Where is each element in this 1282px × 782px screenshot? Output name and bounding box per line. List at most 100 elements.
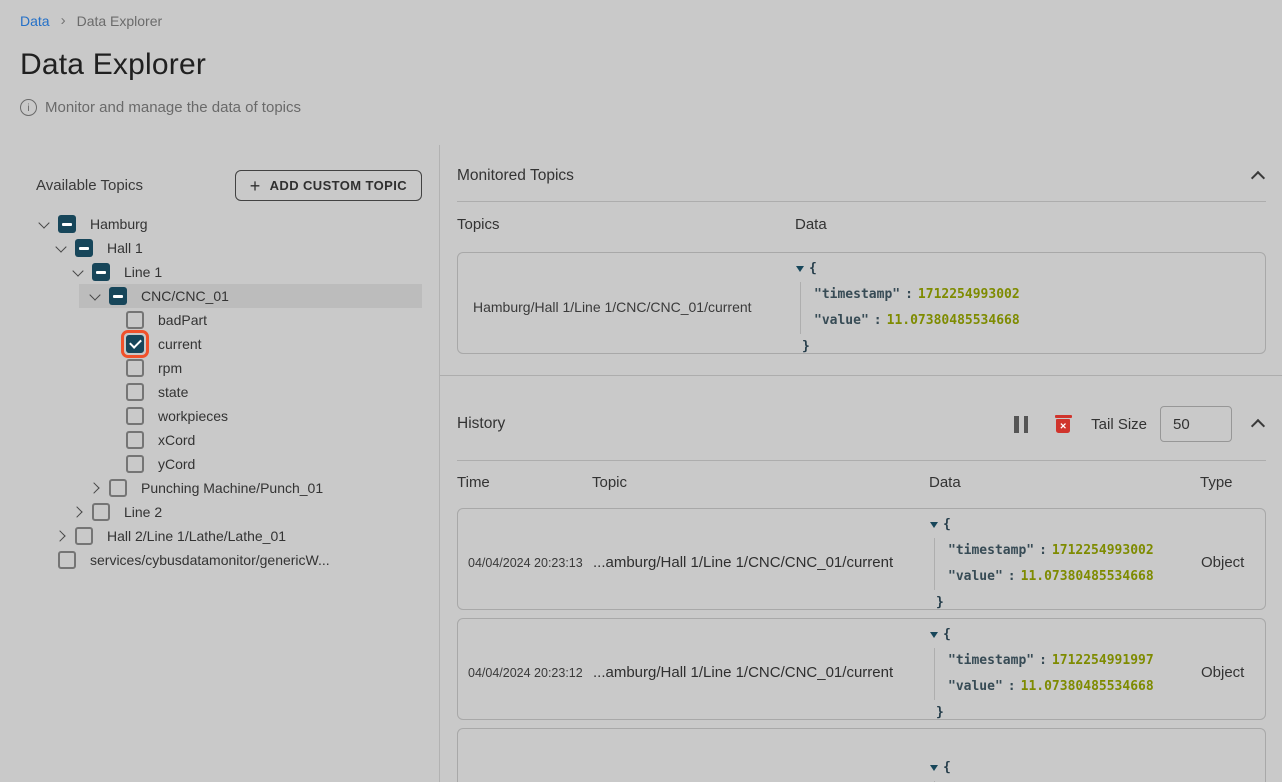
chevron-right-icon[interactable] bbox=[70, 504, 86, 520]
checkbox-unchecked[interactable] bbox=[126, 431, 144, 449]
tree-item-label: current bbox=[158, 336, 202, 352]
highlight-ring bbox=[126, 335, 144, 353]
available-topics-title: Available Topics bbox=[36, 177, 143, 194]
checkbox-unchecked[interactable] bbox=[126, 455, 144, 473]
tree-item-hamburg[interactable]: Hamburg bbox=[28, 212, 422, 236]
add-custom-topic-button[interactable]: + ADD CUSTOM TOPIC bbox=[235, 170, 422, 201]
chevron-down-icon[interactable] bbox=[70, 264, 86, 280]
json-colon: : bbox=[1039, 653, 1047, 668]
add-custom-topic-label: ADD CUSTOM TOPIC bbox=[270, 178, 407, 193]
column-header-data: Data bbox=[795, 216, 1266, 233]
json-colon: : bbox=[874, 313, 882, 328]
checkbox-unchecked[interactable] bbox=[126, 383, 144, 401]
tree-item-label: services/cybusdatamonitor/genericW... bbox=[90, 552, 330, 568]
tree-item-line-2[interactable]: Line 2 bbox=[62, 500, 422, 524]
available-topics-header: Available Topics + ADD CUSTOM TOPIC bbox=[36, 170, 422, 201]
collapse-triangle-icon[interactable] bbox=[930, 632, 938, 638]
json-open-brace: { bbox=[943, 755, 951, 781]
checkbox-unchecked[interactable] bbox=[75, 527, 93, 545]
available-topics-panel: Available Topics + ADD CUSTOM TOPIC Hamb… bbox=[0, 145, 440, 782]
json-value-timestamp: 1712254991997 bbox=[1052, 653, 1154, 668]
json-value-value: 11.07380485534668 bbox=[887, 313, 1020, 328]
column-header-data: Data bbox=[929, 474, 1200, 491]
monitored-topic-row: Hamburg/Hall 1/Line 1/CNC/CNC_01/current… bbox=[457, 252, 1266, 354]
chevron-down-icon[interactable] bbox=[36, 216, 52, 232]
tree-item-xcord[interactable]: xCord bbox=[96, 428, 422, 452]
json-colon: : bbox=[1008, 569, 1016, 584]
monitored-topics-header: Monitored Topics bbox=[457, 145, 1266, 202]
history-column-headers: Time Topic Data Type bbox=[457, 461, 1266, 508]
json-viewer: { "timestamp":1712254991997 "value":11.0… bbox=[930, 619, 1201, 720]
json-key-timestamp: "timestamp" bbox=[948, 543, 1034, 558]
clear-history-button[interactable]: ✕ bbox=[1055, 415, 1071, 433]
table-row: { "timestamp":1712254990993 bbox=[457, 728, 1266, 782]
checkbox-indeterminate[interactable] bbox=[75, 239, 93, 257]
tree-item-ycord[interactable]: yCord bbox=[96, 452, 422, 476]
tree-item-workpieces[interactable]: workpieces bbox=[96, 404, 422, 428]
json-colon: : bbox=[905, 287, 913, 302]
history-type: Object bbox=[1201, 664, 1255, 681]
json-close-brace: } bbox=[936, 700, 1201, 720]
json-close-brace: } bbox=[936, 590, 1201, 610]
tail-size-label: Tail Size bbox=[1091, 416, 1147, 433]
plus-icon: + bbox=[250, 177, 261, 195]
history-section: History ✕ Tail Size Time Topic Data Type bbox=[440, 376, 1282, 782]
tree-item-label: Hall 1 bbox=[107, 240, 143, 256]
json-colon: : bbox=[1008, 679, 1016, 694]
checkbox-unchecked[interactable] bbox=[58, 551, 76, 569]
pause-button[interactable] bbox=[1012, 414, 1030, 435]
json-key-timestamp: "timestamp" bbox=[948, 653, 1034, 668]
checkbox-unchecked[interactable] bbox=[109, 479, 127, 497]
right-panel: Monitored Topics Topics Data Hamburg/Hal… bbox=[440, 145, 1282, 782]
tree-item-label: Hamburg bbox=[90, 216, 148, 232]
json-open-brace: { bbox=[943, 512, 951, 538]
page-subtitle: i Monitor and manage the data of topics bbox=[20, 99, 1262, 116]
chevron-right-icon[interactable] bbox=[87, 480, 103, 496]
json-value-timestamp: 1712254993002 bbox=[918, 287, 1020, 302]
checkbox-checked[interactable] bbox=[126, 335, 144, 353]
collapse-triangle-icon[interactable] bbox=[930, 522, 938, 528]
page-subtitle-text: Monitor and manage the data of topics bbox=[45, 99, 301, 116]
tree-item-cnc-cnc-01[interactable]: CNC/CNC_01 bbox=[79, 284, 422, 308]
tree-item-badpart[interactable]: badPart bbox=[96, 308, 422, 332]
json-value-value: 11.07380485534668 bbox=[1021, 569, 1154, 584]
tree-item-state[interactable]: state bbox=[96, 380, 422, 404]
checkbox-indeterminate[interactable] bbox=[58, 215, 76, 233]
tree-item-rpm[interactable]: rpm bbox=[96, 356, 422, 380]
tree-item-label: badPart bbox=[158, 312, 207, 328]
tree-item-label: CNC/CNC_01 bbox=[141, 288, 229, 304]
main-content: Available Topics + ADD CUSTOM TOPIC Hamb… bbox=[0, 145, 1282, 782]
breadcrumb-link-data[interactable]: Data bbox=[20, 13, 50, 29]
tree-item-hall-1[interactable]: Hall 1 bbox=[45, 236, 422, 260]
column-header-type: Type bbox=[1200, 474, 1266, 491]
json-key-value: "value" bbox=[948, 569, 1003, 584]
tree-item-label: Line 2 bbox=[124, 504, 162, 520]
tree-item-label: Hall 2/Line 1/Lathe/Lathe_01 bbox=[107, 528, 286, 544]
collapse-triangle-icon[interactable] bbox=[930, 765, 938, 771]
tree-item-line-1[interactable]: Line 1 bbox=[62, 260, 422, 284]
checkbox-unchecked[interactable] bbox=[126, 407, 144, 425]
tree-item-hall-2-line-1-lathe-lathe-01[interactable]: Hall 2/Line 1/Lathe/Lathe_01 bbox=[45, 524, 422, 548]
monitored-topics-title: Monitored Topics bbox=[457, 167, 574, 185]
checkbox-indeterminate[interactable] bbox=[92, 263, 110, 281]
json-key-timestamp: "timestamp" bbox=[814, 287, 900, 302]
trash-x-icon: ✕ bbox=[1056, 419, 1070, 433]
checkbox-unchecked[interactable] bbox=[92, 503, 110, 521]
page-title: Data Explorer bbox=[20, 48, 1262, 82]
tail-size-input[interactable] bbox=[1160, 406, 1232, 442]
collapse-chevron-up-icon[interactable] bbox=[1250, 168, 1266, 184]
checkbox-unchecked[interactable] bbox=[126, 359, 144, 377]
column-header-topic: Topic bbox=[592, 474, 929, 491]
history-time: 04/04/2024 20:23:13 bbox=[468, 556, 593, 570]
chevron-right-icon[interactable] bbox=[53, 528, 69, 544]
checkbox-unchecked[interactable] bbox=[126, 311, 144, 329]
tree-item-punching-machine-punch-01[interactable]: Punching Machine/Punch_01 bbox=[79, 476, 422, 500]
chevron-down-icon[interactable] bbox=[87, 288, 103, 304]
collapse-chevron-up-icon[interactable] bbox=[1250, 416, 1266, 432]
collapse-triangle-icon[interactable] bbox=[796, 266, 804, 272]
checkbox-indeterminate[interactable] bbox=[109, 287, 127, 305]
tree-item-label: xCord bbox=[158, 432, 195, 448]
tree-item-current[interactable]: current bbox=[96, 332, 422, 356]
tree-item-services-cybusdatamonitor[interactable]: services/cybusdatamonitor/genericW... bbox=[28, 548, 422, 572]
chevron-down-icon[interactable] bbox=[53, 240, 69, 256]
